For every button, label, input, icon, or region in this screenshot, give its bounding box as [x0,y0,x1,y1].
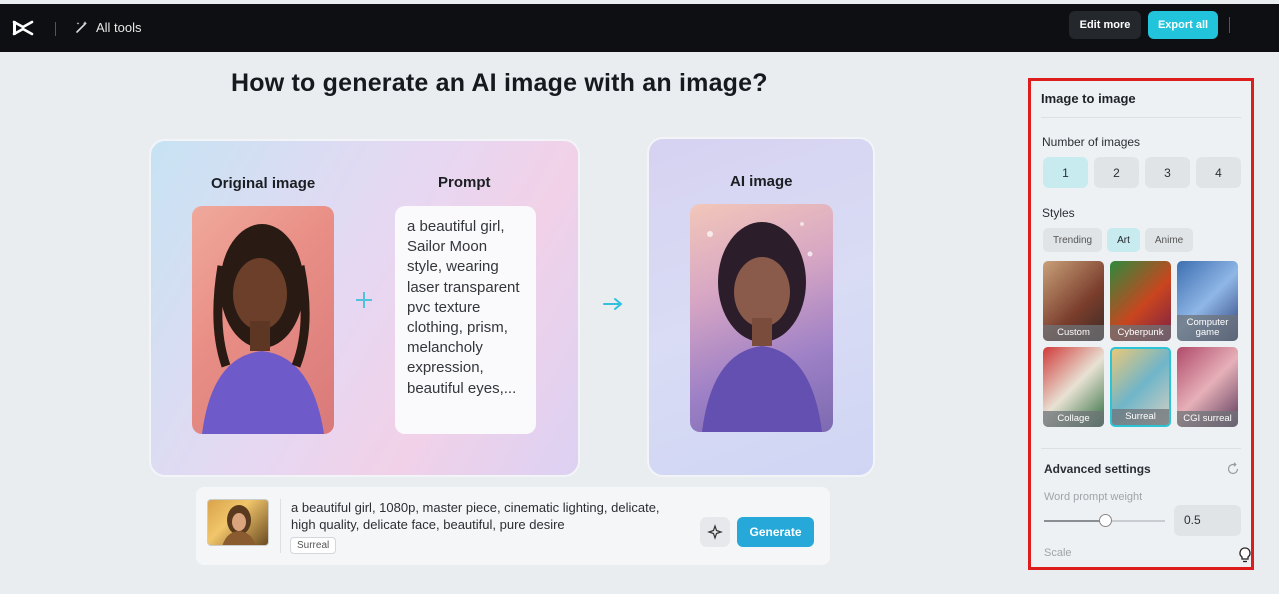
number-option-2[interactable]: 2 [1094,157,1139,188]
weight-slider-handle[interactable] [1099,514,1112,527]
style-label: Custom [1043,325,1104,341]
style-grid: Custom Cyberpunk Computer game Collage S… [1043,261,1238,427]
topbar-divider [55,22,56,36]
portrait-illustration [202,224,324,434]
number-option-3[interactable]: 3 [1145,157,1190,188]
thumbnail-illustration [222,505,256,545]
tab-art[interactable]: Art [1107,228,1140,252]
word-prompt-weight-label: Word prompt weight [1044,491,1143,503]
style-label: Collage [1043,411,1104,427]
capcut-logo-icon[interactable] [12,18,34,38]
all-tools-label: All tools [96,19,142,35]
style-custom[interactable]: Custom [1043,261,1104,341]
number-selector: 1 2 3 4 [1043,157,1241,188]
panel-title: Image to image [1041,91,1136,106]
generate-button[interactable]: Generate [737,517,814,547]
styles-label: Styles [1042,206,1075,220]
number-option-1[interactable]: 1 [1043,157,1088,188]
generate-bar: a beautiful girl, 1080p, master piece, c… [196,487,830,565]
main-area: How to generate an AI image with an imag… [0,52,1020,594]
ai-generated-image [690,204,833,432]
edit-more-button[interactable]: Edit more [1069,11,1141,39]
number-of-images-label: Number of images [1042,135,1141,149]
arrow-right-icon [603,298,623,310]
sparkle-icon [707,524,723,540]
generate-prompt-text[interactable]: a beautiful girl, 1080p, master piece, c… [291,499,671,533]
style-collage[interactable]: Collage [1043,347,1104,427]
tab-anime[interactable]: Anime [1144,228,1194,252]
reference-thumbnail[interactable] [207,499,269,546]
plus-icon [356,292,372,308]
advanced-settings-label: Advanced settings [1044,462,1151,476]
prompt-label: Prompt [438,174,491,191]
ai-portrait-illustration [702,222,822,432]
style-tabs: Trending Art Anime [1043,228,1194,252]
style-computer-game[interactable]: Computer game [1177,261,1238,341]
generate-bar-divider [280,499,281,553]
magic-prompt-button[interactable] [700,517,730,547]
number-option-4[interactable]: 4 [1196,157,1241,188]
panel-divider [1041,117,1241,118]
weight-value-input[interactable]: 0.5 [1174,505,1241,536]
lightbulb-icon[interactable] [1237,546,1253,564]
style-cyberpunk[interactable]: Cyberpunk [1110,261,1171,341]
style-label: Cyberpunk [1110,325,1171,341]
style-label: CGI surreal [1177,411,1238,427]
original-image-label: Original image [211,175,316,192]
style-label: Computer game [1177,315,1238,341]
page-title: How to generate an AI image with an imag… [231,69,768,97]
weight-slider-fill [1044,520,1105,522]
scale-label: Scale [1044,547,1072,559]
style-label: Surreal [1112,409,1169,425]
style-tag: Surreal [290,537,337,554]
image-to-image-panel: Image to image Number of images 1 2 3 4 … [1028,78,1254,570]
magic-wand-icon [76,21,88,33]
tab-trending[interactable]: Trending [1043,228,1103,252]
topbar-divider-right [1229,17,1230,33]
ai-image-label: AI image [730,173,793,190]
prompt-text-box: a beautiful girl, Sailor Moon style, wea… [395,206,536,434]
original-image [192,206,334,434]
all-tools-button[interactable]: All tools [74,19,142,35]
reset-icon[interactable] [1226,462,1240,476]
top-bar: All tools Edit more Export all [0,4,1279,52]
panel-divider-2 [1041,448,1241,449]
export-all-button[interactable]: Export all [1148,11,1218,39]
style-surreal[interactable]: Surreal [1110,347,1171,427]
style-cgi-surreal[interactable]: CGI surreal [1177,347,1238,427]
